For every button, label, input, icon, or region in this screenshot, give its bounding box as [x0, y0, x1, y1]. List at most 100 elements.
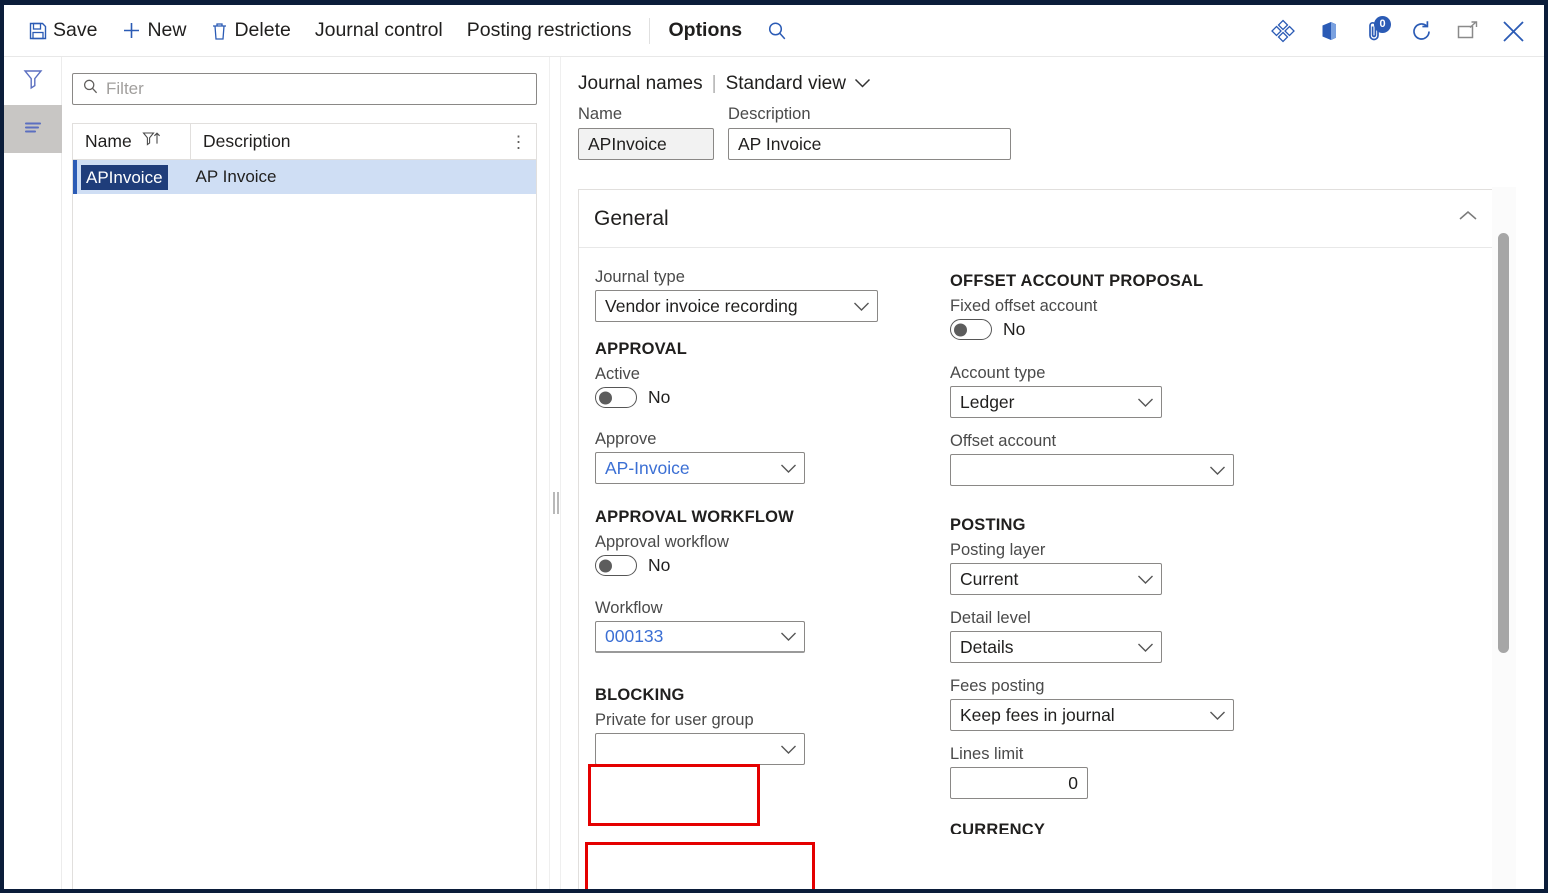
command-bar: Save New Delete Journal control Posting …: [4, 5, 1544, 57]
detail-level-label: Detail level: [950, 609, 1031, 627]
row-selection-indicator: [73, 160, 77, 194]
general-fasttab: General Journal type Vendor invoice reco…: [578, 189, 1496, 889]
posting-restrictions-button[interactable]: Posting restrictions: [455, 11, 644, 51]
refresh-icon[interactable]: [1400, 10, 1442, 52]
filter-input[interactable]: [106, 79, 527, 99]
field-workflow: Workflow 000133: [595, 599, 934, 653]
chevron-down-icon: [854, 73, 871, 95]
more-vertical-icon[interactable]: ⋮: [510, 133, 527, 150]
view-selector[interactable]: Standard view: [726, 73, 871, 95]
posting-layer-value: Current: [960, 568, 1019, 589]
approve-label: Approve: [595, 430, 657, 448]
attachment-icon[interactable]: 0: [1354, 10, 1396, 52]
blocking-section-title: BLOCKING: [595, 686, 685, 704]
cell-name[interactable]: APInvoice: [81, 164, 168, 190]
lines-limit-value: 0: [1068, 772, 1078, 793]
lines-limit-input[interactable]: 0: [950, 767, 1088, 799]
field-approval-workflow: Approval workflow No: [595, 533, 934, 576]
column-header-description-label: Description: [203, 131, 291, 151]
journal-names-list-pane: Name Description ⋮ APInvoice AP Invoice: [62, 57, 549, 889]
filter-box[interactable]: [72, 73, 537, 105]
search-icon: [82, 78, 99, 100]
journal-type-value: Vendor invoice recording: [605, 295, 798, 316]
chevron-down-icon: [780, 626, 797, 647]
trash-icon: [210, 21, 229, 41]
save-label: Save: [53, 19, 98, 41]
offset-account-proposal-section-title: OFFSET ACCOUNT PROPOSAL: [950, 272, 1204, 290]
filter-pane-toggle[interactable]: [4, 57, 62, 105]
approve-value: AP-Invoice: [605, 457, 690, 478]
cell-description[interactable]: AP Invoice: [196, 167, 277, 187]
column-header-description[interactable]: Description: [191, 124, 536, 159]
private-for-user-group-select[interactable]: [595, 733, 805, 765]
command-search-button[interactable]: [754, 11, 800, 51]
fees-posting-select[interactable]: Keep fees in journal: [950, 699, 1234, 731]
account-type-label: Account type: [950, 364, 1046, 382]
field-private-for-user-group: Private for user group: [595, 711, 934, 765]
list-pane-toggle[interactable]: [4, 105, 62, 153]
splitter-grip[interactable]: [553, 492, 559, 514]
chevron-down-icon: [1209, 705, 1226, 726]
approval-workflow-toggle[interactable]: [595, 555, 637, 576]
delete-label: Delete: [234, 19, 291, 41]
detail-level-select[interactable]: Details: [950, 631, 1162, 663]
fixed-offset-account-label: Fixed offset account: [950, 297, 1098, 315]
field-account-type: Account type Ledger: [950, 364, 1294, 418]
delete-button[interactable]: Delete: [198, 11, 302, 51]
description-value: AP Invoice: [738, 133, 822, 154]
filter-sort-icon[interactable]: [142, 131, 161, 153]
field-active: Active No: [595, 365, 934, 408]
offset-account-select[interactable]: [950, 454, 1234, 486]
name-input[interactable]: APInvoice: [578, 128, 714, 160]
field-detail-level: Detail level Details: [950, 609, 1294, 663]
save-icon: [28, 21, 48, 41]
chevron-up-icon[interactable]: [1457, 209, 1479, 228]
relationships-icon[interactable]: [1262, 10, 1304, 52]
fixed-offset-account-toggle-row: No: [950, 319, 1294, 340]
active-label: Active: [595, 365, 640, 383]
chevron-down-icon: [1137, 569, 1154, 590]
view-selector-label: Standard view: [725, 73, 846, 94]
new-button[interactable]: New: [109, 11, 198, 51]
active-toggle[interactable]: [595, 387, 637, 408]
options-button[interactable]: Options: [656, 11, 754, 51]
search-icon: [766, 20, 788, 42]
field-name-label: Name: [578, 105, 623, 123]
active-value: No: [648, 387, 671, 407]
posting-layer-select[interactable]: Current: [950, 563, 1162, 595]
approval-workflow-label: Approval workflow: [595, 533, 729, 551]
chevron-down-icon: [1209, 460, 1226, 481]
posting-layer-label: Posting layer: [950, 541, 1046, 559]
private-for-user-group-label: Private for user group: [595, 711, 754, 729]
account-type-select[interactable]: Ledger: [950, 386, 1162, 418]
description-input[interactable]: AP Invoice: [728, 128, 1011, 160]
detail-scrollbar-thumb[interactable]: [1498, 233, 1509, 653]
name-value: APInvoice: [588, 133, 667, 154]
general-right-column: OFFSET ACCOUNT PROPOSAL Fixed offset acc…: [934, 268, 1294, 889]
chevron-down-icon: [1137, 637, 1154, 658]
breadcrumb-separator: |: [711, 73, 717, 94]
close-icon[interactable]: [1492, 10, 1534, 52]
general-fasttab-header[interactable]: General: [579, 190, 1495, 248]
fixed-offset-account-toggle[interactable]: [950, 319, 992, 340]
office-icon[interactable]: [1308, 10, 1350, 52]
pane-splitter[interactable]: [549, 57, 561, 889]
field-description: Description AP Invoice: [728, 105, 1011, 160]
fees-posting-label: Fees posting: [950, 677, 1045, 695]
approve-select[interactable]: AP-Invoice: [595, 452, 805, 484]
approval-workflow-toggle-row: No: [595, 555, 934, 576]
popout-icon[interactable]: [1446, 10, 1488, 52]
column-header-name-label: Name: [85, 131, 132, 151]
general-left-column: Journal type Vendor invoice recording AP…: [579, 268, 934, 889]
journal-control-label: Journal control: [314, 19, 443, 41]
table-row[interactable]: APInvoice AP Invoice: [73, 160, 536, 194]
new-label: New: [147, 19, 187, 41]
journal-control-button[interactable]: Journal control: [303, 11, 455, 51]
journal-type-select[interactable]: Vendor invoice recording: [595, 290, 878, 322]
workflow-select[interactable]: 000133: [595, 621, 805, 653]
breadcrumb: Journal names | Standard view: [561, 57, 1544, 95]
save-button[interactable]: Save: [16, 11, 109, 51]
detail-scrollbar[interactable]: [1492, 187, 1516, 889]
column-header-name[interactable]: Name: [73, 124, 191, 159]
command-bar-right-icons: 0: [1262, 5, 1534, 57]
